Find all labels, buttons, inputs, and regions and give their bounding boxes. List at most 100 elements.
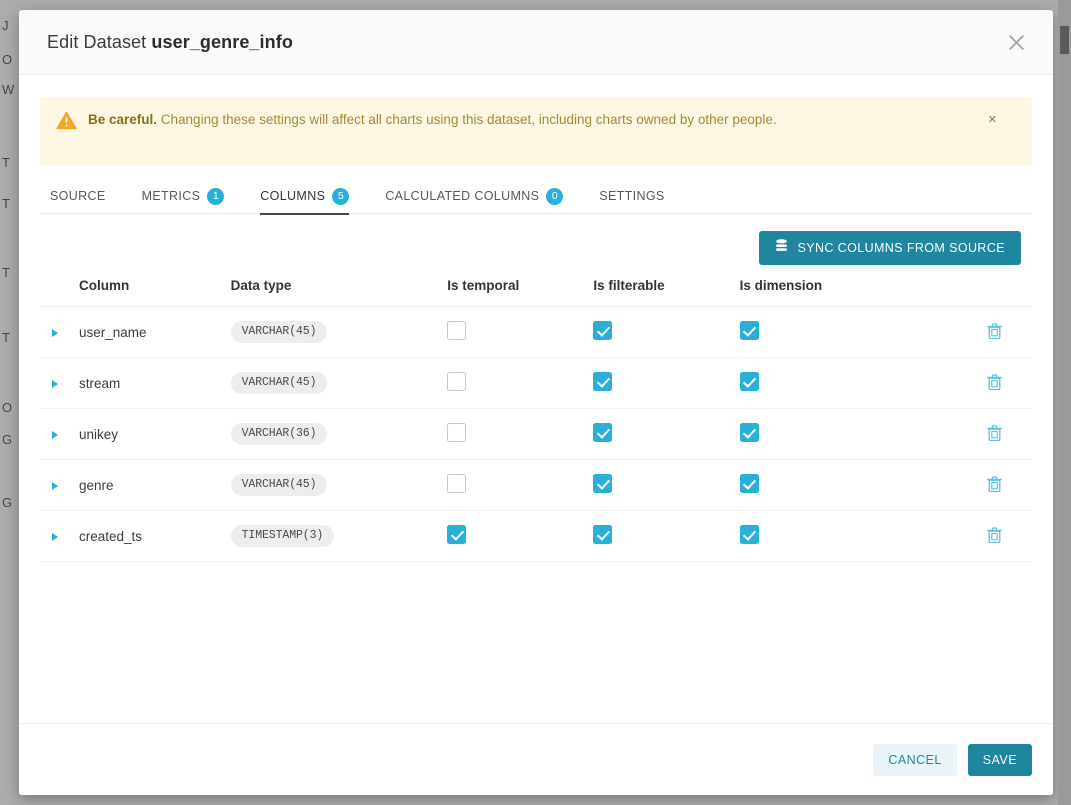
checkbox-is-temporal-cell xyxy=(447,306,594,358)
toolbar: SYNC COLUMNS FROM SOURCE xyxy=(40,214,1032,265)
delete-column-cell xyxy=(956,306,1032,358)
tab-calculated-columns[interactable]: CALCULATED COLUMNS 0 xyxy=(385,179,564,214)
dataset-name: user_genre_info xyxy=(151,31,293,52)
tab-label: SETTINGS xyxy=(599,189,665,203)
column-name-cell: unikey xyxy=(78,408,231,460)
checkbox-is-dimension-cell xyxy=(739,306,957,358)
column-name-cell: created_ts xyxy=(78,510,231,562)
chevron-right-icon[interactable] xyxy=(52,532,58,541)
checkbox-is-temporal[interactable] xyxy=(447,525,467,544)
data-type-pill: TIMESTAMP(3) xyxy=(230,525,335,547)
page-scrollbar[interactable] xyxy=(1058,0,1071,805)
modal-body: Be careful. Changing these settings will… xyxy=(19,75,1053,723)
expand-row-cell xyxy=(40,357,79,409)
checkbox-is-filterable[interactable] xyxy=(593,372,613,391)
delete-column-cell xyxy=(956,408,1032,460)
checkbox-is-temporal-cell xyxy=(447,459,594,511)
modal-tabs: SOURCE METRICS 1 COLUMNS 5 CALCULATED CO… xyxy=(40,179,1032,215)
data-type-cell: VARCHAR(36) xyxy=(230,408,448,460)
trash-icon[interactable] xyxy=(986,424,1002,444)
table-row: unikey VARCHAR(36) xyxy=(40,408,1032,460)
expand-row-cell xyxy=(40,459,79,511)
modal-footer: CANCEL SAVE xyxy=(19,723,1053,795)
checkbox-is-filterable[interactable] xyxy=(593,423,613,442)
data-type-pill: VARCHAR(45) xyxy=(230,474,328,496)
warning-triangle-icon xyxy=(56,111,78,135)
warning-alert-text: Be careful. Changing these settings will… xyxy=(88,110,988,131)
checkbox-is-dimension[interactable] xyxy=(739,372,759,391)
checkbox-is-filterable[interactable] xyxy=(593,321,613,340)
table-row: created_ts TIMESTAMP(3) xyxy=(40,510,1032,562)
checkbox-is-dimension[interactable] xyxy=(739,474,759,493)
checkbox-is-filterable-cell xyxy=(593,357,740,409)
checkbox-is-temporal[interactable] xyxy=(447,321,467,340)
chevron-right-icon[interactable] xyxy=(52,379,58,388)
checkbox-is-dimension[interactable] xyxy=(739,423,759,442)
checkbox-is-dimension-cell xyxy=(739,459,957,511)
header-delete-spacer xyxy=(956,278,1032,307)
page-title: Edit Dataset user_genre_info xyxy=(47,32,1001,53)
header-is-filterable: Is filterable xyxy=(593,278,740,307)
table-row: stream VARCHAR(45) xyxy=(40,357,1032,409)
expand-row-cell xyxy=(40,306,79,358)
tab-label: METRICS xyxy=(141,189,201,203)
trash-icon[interactable] xyxy=(986,475,1002,495)
warning-alert-bold: Be careful. xyxy=(88,112,158,127)
header-column: Column xyxy=(78,278,231,307)
edit-dataset-modal: Edit Dataset user_genre_info Be careful.… xyxy=(19,10,1053,795)
checkbox-is-temporal[interactable] xyxy=(447,372,467,391)
chevron-right-icon[interactable] xyxy=(52,481,58,490)
close-icon[interactable] xyxy=(1001,27,1031,57)
checkbox-is-dimension-cell xyxy=(739,510,957,562)
header-is-temporal: Is temporal xyxy=(447,278,594,307)
tab-metrics[interactable]: METRICS 1 xyxy=(142,179,225,214)
checkbox-is-dimension-cell xyxy=(739,357,957,409)
tab-columns[interactable]: COLUMNS 5 xyxy=(260,179,350,215)
delete-column-cell xyxy=(956,459,1032,511)
trash-icon[interactable] xyxy=(986,373,1002,393)
alert-dismiss-icon[interactable]: × xyxy=(988,112,1004,127)
checkbox-is-dimension[interactable] xyxy=(739,321,759,340)
sync-columns-label: SYNC COLUMNS FROM SOURCE xyxy=(797,241,1005,255)
column-name-cell: user_name xyxy=(78,306,231,358)
checkbox-is-temporal[interactable] xyxy=(447,423,467,442)
tab-badge: 0 xyxy=(546,187,564,205)
sync-columns-button[interactable]: SYNC COLUMNS FROM SOURCE xyxy=(759,231,1021,265)
columns-table-header: Column Data type Is temporal Is filterab… xyxy=(40,278,1032,307)
checkbox-is-dimension[interactable] xyxy=(739,525,759,544)
columns-table: Column Data type Is temporal Is filterab… xyxy=(40,278,1032,562)
checkbox-is-temporal-cell xyxy=(447,408,594,460)
tab-source[interactable]: SOURCE xyxy=(50,179,106,214)
tab-settings[interactable]: SETTINGS xyxy=(599,179,664,214)
chevron-right-icon[interactable] xyxy=(52,328,58,337)
column-name-cell: stream xyxy=(78,357,231,409)
modal-header: Edit Dataset user_genre_info xyxy=(19,10,1053,75)
save-button[interactable]: SAVE xyxy=(967,743,1032,776)
delete-column-cell xyxy=(956,357,1032,409)
checkbox-is-filterable-cell xyxy=(593,510,740,562)
data-type-cell: VARCHAR(45) xyxy=(230,459,448,511)
delete-column-cell xyxy=(956,510,1032,562)
data-type-cell: VARCHAR(45) xyxy=(230,306,448,358)
scrollbar-thumb[interactable] xyxy=(1060,26,1069,54)
trash-icon[interactable] xyxy=(986,322,1002,342)
checkbox-is-temporal[interactable] xyxy=(447,474,467,493)
checkbox-is-temporal-cell xyxy=(447,357,594,409)
warning-alert: Be careful. Changing these settings will… xyxy=(40,97,1032,165)
header-data-type: Data type xyxy=(230,278,448,307)
columns-table-body: user_name VARCHAR(45) stream VARCHAR(45) uni… xyxy=(40,306,1032,562)
table-row: genre VARCHAR(45) xyxy=(40,459,1032,511)
data-type-pill: VARCHAR(45) xyxy=(230,372,328,394)
warning-alert-body: Changing these settings will affect all … xyxy=(157,112,777,127)
data-type-pill: VARCHAR(36) xyxy=(230,423,328,445)
checkbox-is-dimension-cell xyxy=(739,408,957,460)
checkbox-is-filterable[interactable] xyxy=(593,474,613,493)
data-type-cell: TIMESTAMP(3) xyxy=(230,510,448,562)
checkbox-is-filterable[interactable] xyxy=(593,525,613,544)
table-row: user_name VARCHAR(45) xyxy=(40,306,1032,358)
cancel-button[interactable]: CANCEL xyxy=(873,743,957,776)
tab-label: CALCULATED COLUMNS xyxy=(385,189,540,203)
trash-icon[interactable] xyxy=(986,526,1002,546)
expand-row-cell xyxy=(40,510,79,562)
chevron-right-icon[interactable] xyxy=(52,430,58,439)
